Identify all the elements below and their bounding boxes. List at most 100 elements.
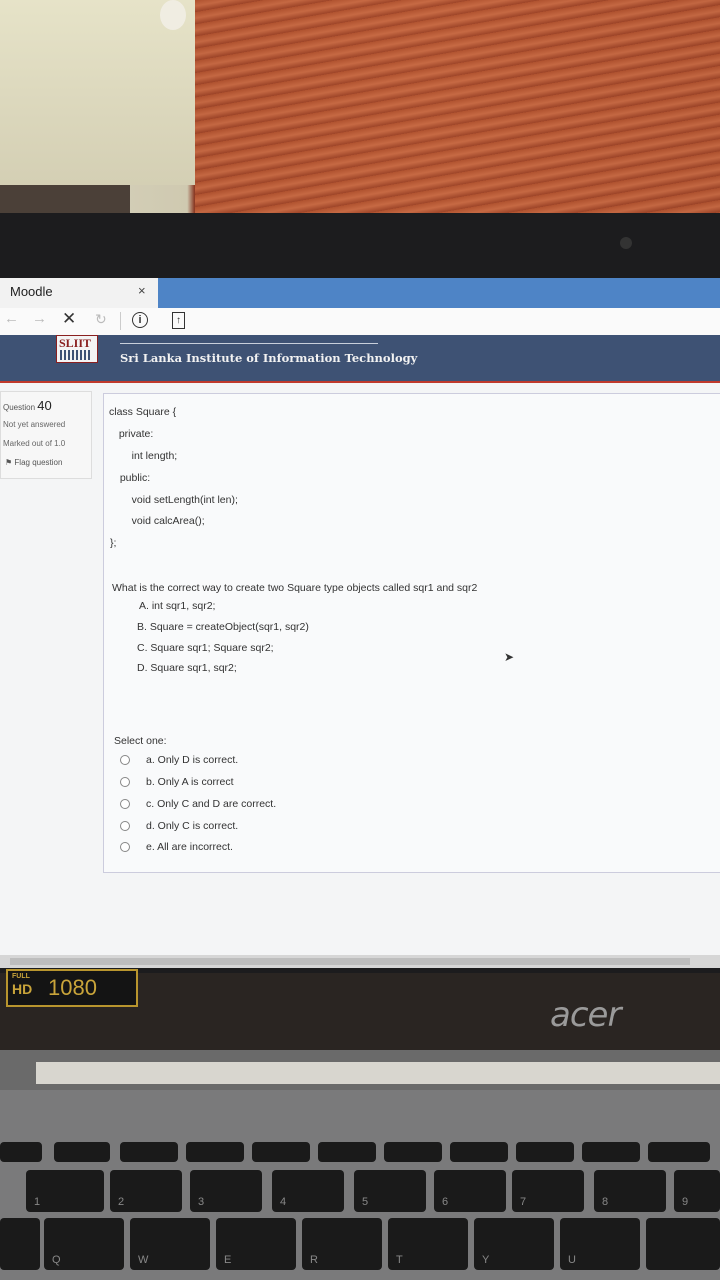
statement-item: A. int sqr1, sqr2; bbox=[139, 600, 216, 612]
keyboard-key[interactable] bbox=[648, 1142, 710, 1162]
flag-question-label: Flag question bbox=[14, 458, 63, 467]
keyboard-key[interactable] bbox=[120, 1142, 178, 1162]
answer-label[interactable]: b. Only A is correct bbox=[146, 776, 234, 788]
scrollbar-thumb[interactable] bbox=[10, 958, 690, 965]
keyboard-key[interactable]: 9 bbox=[674, 1170, 720, 1212]
keyboard-key[interactable]: 6 bbox=[434, 1170, 506, 1212]
answer-option[interactable]: c. Only C and D are correct. bbox=[120, 798, 276, 810]
keyboard-key[interactable]: 8 bbox=[594, 1170, 666, 1212]
keyboard-key[interactable]: 7 bbox=[512, 1170, 584, 1212]
keyboard-key[interactable] bbox=[582, 1142, 640, 1162]
badge-resolution: 1080 bbox=[48, 975, 97, 1000]
reading-view-icon[interactable]: ↑ bbox=[172, 312, 185, 329]
key-label: 3 bbox=[198, 1196, 205, 1208]
horizontal-scrollbar[interactable] bbox=[0, 955, 720, 968]
key-label: 2 bbox=[118, 1196, 125, 1208]
quiz-content: Question 40 Not yet answered Marked out … bbox=[0, 383, 720, 955]
keyboard-key[interactable] bbox=[0, 1142, 42, 1162]
tab-key[interactable] bbox=[0, 1218, 40, 1270]
key-label: 5 bbox=[362, 1196, 369, 1208]
banner-rule bbox=[120, 343, 378, 344]
radio-button[interactable] bbox=[120, 842, 130, 853]
flag-icon: ⚑ bbox=[5, 458, 13, 467]
radio-button[interactable] bbox=[120, 755, 130, 766]
keyboard-key[interactable] bbox=[384, 1142, 442, 1162]
browser-tab[interactable]: Moodle × bbox=[0, 278, 158, 308]
keyboard-key[interactable]: E bbox=[216, 1218, 296, 1270]
acer-logo: acer bbox=[550, 995, 621, 1035]
keyboard-key[interactable]: 3 bbox=[190, 1170, 262, 1212]
question-label: Question bbox=[3, 403, 36, 412]
webcam bbox=[620, 237, 632, 249]
tab-close-icon[interactable]: × bbox=[138, 283, 146, 298]
question-status: Not yet answered bbox=[3, 420, 66, 429]
keyboard-key[interactable]: 1 bbox=[26, 1170, 104, 1212]
flag-question-link[interactable]: ⚑ Flag question bbox=[5, 458, 62, 467]
statement-item: D. Square sqr1, sqr2; bbox=[137, 662, 237, 674]
logo-grid bbox=[60, 350, 92, 360]
logo-text: SLIIT bbox=[59, 336, 92, 350]
keyboard-key[interactable] bbox=[252, 1142, 310, 1162]
statement-item: C. Square sqr1; Square sqr2; bbox=[137, 642, 274, 654]
code-line: void setLength(int len); bbox=[120, 494, 238, 506]
code-line: void calcArea(); bbox=[120, 515, 205, 527]
question-info-panel: Question 40 Not yet answered Marked out … bbox=[0, 391, 92, 479]
hinge-strip bbox=[36, 1062, 720, 1084]
forward-arrow-icon[interactable]: → bbox=[32, 310, 47, 327]
tab-title: Moodle bbox=[10, 284, 53, 299]
code-line: }; bbox=[110, 537, 117, 549]
answer-option[interactable]: d. Only C is correct. bbox=[120, 820, 238, 832]
nav-separator bbox=[120, 312, 121, 330]
radio-button[interactable] bbox=[120, 821, 130, 832]
keyboard-key[interactable]: Y bbox=[474, 1218, 554, 1270]
keyboard-key[interactable]: 4 bbox=[272, 1170, 344, 1212]
key-label: 1 bbox=[34, 1196, 41, 1208]
question-number-value: 40 bbox=[37, 398, 52, 413]
wooden-ceiling bbox=[195, 0, 720, 215]
sliit-logo[interactable]: SLIIT bbox=[56, 335, 98, 363]
keyboard-key[interactable] bbox=[54, 1142, 110, 1162]
key-label: 9 bbox=[682, 1196, 689, 1208]
room-background bbox=[0, 0, 720, 215]
radio-button[interactable] bbox=[120, 777, 130, 788]
keyboard-key[interactable]: U bbox=[560, 1218, 640, 1270]
keyboard-key[interactable]: 2 bbox=[110, 1170, 182, 1212]
answer-label[interactable]: e. All are incorrect. bbox=[146, 841, 233, 853]
key-label: 4 bbox=[280, 1196, 287, 1208]
key-label: T bbox=[396, 1254, 403, 1266]
keyboard-key[interactable]: W bbox=[130, 1218, 210, 1270]
keyboard-deck: 1 2 3 4 5 6 7 8 9 Q W E R T Y U bbox=[0, 1090, 720, 1280]
stop-icon[interactable]: ✕ bbox=[62, 309, 76, 329]
back-arrow-icon[interactable]: ← bbox=[4, 310, 19, 327]
answer-label[interactable]: c. Only C and D are correct. bbox=[146, 798, 276, 810]
answer-label[interactable]: a. Only D is correct. bbox=[146, 754, 238, 766]
keyboard-key[interactable] bbox=[186, 1142, 244, 1162]
key-label: Q bbox=[52, 1254, 61, 1266]
keyboard-key[interactable]: Q bbox=[44, 1218, 124, 1270]
answer-option[interactable]: a. Only D is correct. bbox=[120, 754, 238, 766]
full-hd-sticker: FULL HD 1080 bbox=[6, 969, 138, 1007]
badge-hd-text: HD bbox=[12, 981, 33, 997]
answer-option[interactable]: e. All are incorrect. bbox=[120, 841, 233, 853]
key-label: 8 bbox=[602, 1196, 609, 1208]
keyboard-key[interactable]: 5 bbox=[354, 1170, 426, 1212]
keyboard-key[interactable] bbox=[450, 1142, 508, 1162]
keyboard-key[interactable] bbox=[516, 1142, 574, 1162]
code-line: class Square { bbox=[109, 406, 177, 418]
reload-icon[interactable]: ↻ bbox=[95, 311, 107, 328]
browser-tab-bar: Moodle × bbox=[0, 278, 720, 308]
select-one-label: Select one: bbox=[114, 735, 167, 747]
answer-option[interactable]: b. Only A is correct bbox=[120, 776, 234, 788]
keyboard-key[interactable] bbox=[318, 1142, 376, 1162]
radio-button[interactable] bbox=[120, 799, 130, 810]
code-line: int length; bbox=[120, 450, 178, 462]
keyboard-key[interactable]: R bbox=[302, 1218, 382, 1270]
browser-nav-bar: ← → ✕ ↻ i ↑ bbox=[0, 308, 720, 336]
keyboard-key[interactable] bbox=[646, 1218, 720, 1270]
answer-label[interactable]: d. Only C is correct. bbox=[146, 820, 238, 832]
site-header-banner: SLIIT Sri Lanka Institute of Information… bbox=[0, 335, 720, 381]
laptop-screen: Moodle × ← → ✕ ↻ i ↑ SLIIT Sri Lanka Ins… bbox=[0, 278, 720, 968]
key-label: W bbox=[138, 1254, 149, 1266]
site-info-icon[interactable]: i bbox=[132, 312, 148, 328]
keyboard-key[interactable]: T bbox=[388, 1218, 468, 1270]
